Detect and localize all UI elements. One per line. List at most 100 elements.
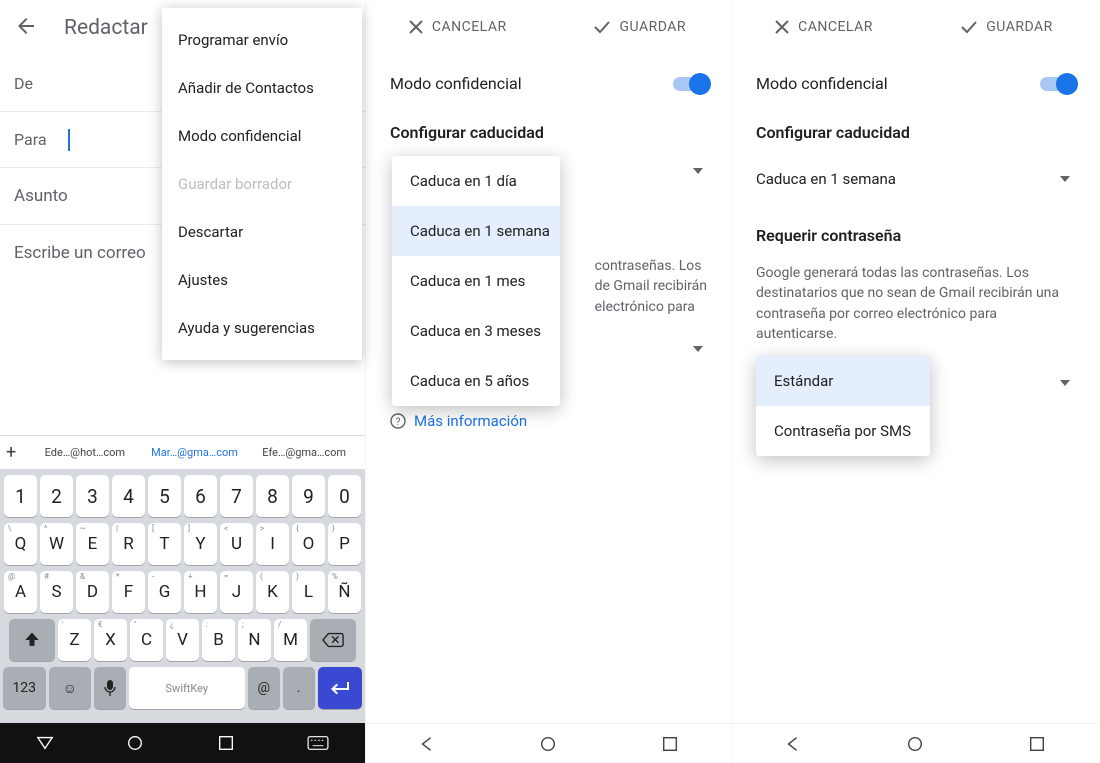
nav-recents-icon[interactable] xyxy=(217,734,235,752)
key-y[interactable]: ]Y xyxy=(184,523,217,565)
suggestion-1[interactable]: Ede…@hot…com xyxy=(30,446,140,459)
password-option-sms[interactable]: Contraseña por SMS xyxy=(756,406,930,456)
nav-bar xyxy=(366,723,731,763)
expiry-select[interactable]: Caduca en 1 semana xyxy=(732,156,1098,202)
text-cursor xyxy=(68,129,70,151)
key-u[interactable]: <U xyxy=(220,523,253,565)
key-6[interactable]: 6 xyxy=(184,475,217,517)
nav-home-icon[interactable] xyxy=(539,735,557,753)
expiry-option-1day[interactable]: Caduca en 1 día xyxy=(392,156,560,206)
key-l[interactable]: )L xyxy=(292,571,325,613)
more-info-link[interactable]: ? Más información xyxy=(366,406,731,436)
close-icon xyxy=(408,19,424,35)
key-n[interactable]: ;N xyxy=(238,619,271,661)
nav-home-icon[interactable] xyxy=(906,735,924,753)
key-0[interactable]: 0 xyxy=(328,475,361,517)
key-3[interactable]: 3 xyxy=(76,475,109,517)
key-z[interactable]: 'Z xyxy=(58,619,91,661)
key-x[interactable]: €X xyxy=(94,619,127,661)
save-button[interactable]: GUARDAR xyxy=(549,0,732,54)
expiry-option-5years[interactable]: Caduca en 5 años xyxy=(392,356,560,406)
emoji-key[interactable]: ☺ xyxy=(49,667,92,709)
chevron-down-icon xyxy=(693,346,703,352)
cancel-button[interactable]: CANCELAR xyxy=(732,0,915,54)
save-button[interactable]: GUARDAR xyxy=(915,0,1098,54)
expiry-option-1week[interactable]: Caduca en 1 semana xyxy=(392,206,560,256)
menu-add-contacts[interactable]: Añadir de Contactos xyxy=(162,64,362,112)
suggestion-3[interactable]: Efe…@gma…com xyxy=(249,446,359,459)
key-4[interactable]: 4 xyxy=(112,475,145,517)
backspace-key[interactable] xyxy=(310,619,356,661)
confidential-mode-label: Modo confidencial xyxy=(756,74,888,93)
key-7[interactable]: 7 xyxy=(220,475,253,517)
key-w[interactable]: ^W xyxy=(40,523,73,565)
key-5[interactable]: 5 xyxy=(148,475,181,517)
key-ñ[interactable]: %Ñ xyxy=(328,571,361,613)
key-2[interactable]: 2 xyxy=(40,475,73,517)
nav-back-icon[interactable] xyxy=(36,734,54,752)
key-8[interactable]: 8 xyxy=(256,475,289,517)
menu-confidential-mode[interactable]: Modo confidencial xyxy=(162,112,362,160)
nav-back-icon[interactable] xyxy=(418,735,436,753)
key-s[interactable]: #S xyxy=(40,571,73,613)
key-1[interactable]: 1 xyxy=(4,475,37,517)
nav-home-icon[interactable] xyxy=(126,734,144,752)
password-title: Requerir contraseña xyxy=(732,202,1098,259)
enter-key[interactable] xyxy=(318,667,362,709)
key-q[interactable]: \Q xyxy=(4,523,37,565)
key-b[interactable]: :B xyxy=(202,619,235,661)
expiry-option-3months[interactable]: Caduca en 3 meses xyxy=(392,306,560,356)
password-dropdown: Estándar Contraseña por SMS xyxy=(756,356,930,456)
key-i[interactable]: >I xyxy=(256,523,289,565)
key-f[interactable]: *F xyxy=(112,571,145,613)
menu-settings[interactable]: Ajustes xyxy=(162,256,362,304)
nav-recents-icon[interactable] xyxy=(1028,735,1046,753)
numeric-key[interactable]: 123 xyxy=(3,667,46,709)
close-icon xyxy=(774,19,790,35)
nav-bar xyxy=(0,723,365,763)
menu-help[interactable]: Ayuda y sugerencias xyxy=(162,304,362,352)
add-icon[interactable]: + xyxy=(6,442,30,463)
key-9[interactable]: 9 xyxy=(292,475,325,517)
confidential-toggle[interactable] xyxy=(673,77,707,91)
mic-key[interactable] xyxy=(94,667,126,709)
nav-back-icon[interactable] xyxy=(784,735,802,753)
nav-recents-icon[interactable] xyxy=(661,735,679,753)
key-o[interactable]: {O xyxy=(292,523,325,565)
key-e[interactable]: ~E xyxy=(76,523,109,565)
period-key[interactable]: . xyxy=(283,667,315,709)
key-d[interactable]: &D xyxy=(76,571,109,613)
expiry-option-1month[interactable]: Caduca en 1 mes xyxy=(392,256,560,306)
help-icon: ? xyxy=(390,413,406,429)
back-icon[interactable] xyxy=(14,14,42,42)
key-r[interactable]: |R xyxy=(112,523,145,565)
key-m[interactable]: /M xyxy=(274,619,307,661)
suggestion-2[interactable]: Mar…@gma…com xyxy=(140,446,250,459)
key-g[interactable]: -G xyxy=(148,571,181,613)
menu-schedule-send[interactable]: Programar envío xyxy=(162,16,362,64)
password-option-standard[interactable]: Estándar xyxy=(756,356,930,406)
space-key[interactable]: SwiftKey xyxy=(129,667,245,709)
key-p[interactable]: }P xyxy=(328,523,361,565)
expiry-title: Configurar caducidad xyxy=(732,113,1098,156)
keyboard: 1234567890 \Q^W~E|R[T]Y<U>I{O}P @A#S&D*F… xyxy=(0,469,365,723)
key-v[interactable]: ¿V xyxy=(166,619,199,661)
at-key[interactable]: @ xyxy=(248,667,280,709)
key-c[interactable]: "C xyxy=(130,619,163,661)
shift-key[interactable] xyxy=(9,619,55,661)
desc-line-3: electrónico para xyxy=(595,297,707,317)
expiry-value: Caduca en 1 semana xyxy=(756,170,896,188)
key-h[interactable]: +H xyxy=(184,571,217,613)
key-a[interactable]: @A xyxy=(4,571,37,613)
cancel-button[interactable]: CANCELAR xyxy=(366,0,549,54)
menu-discard[interactable]: Descartar xyxy=(162,208,362,256)
overflow-menu: Programar envío Añadir de Contactos Modo… xyxy=(162,8,362,360)
key-j[interactable]: =J xyxy=(220,571,253,613)
key-t[interactable]: [T xyxy=(148,523,181,565)
chevron-down-icon xyxy=(693,168,703,174)
compose-title: Redactar xyxy=(64,16,148,40)
expiry-dropdown: Caduca en 1 día Caduca en 1 semana Caduc… xyxy=(392,156,560,406)
nav-keyboard-icon[interactable] xyxy=(307,734,329,752)
confidential-toggle[interactable] xyxy=(1040,77,1074,91)
key-k[interactable]: (K xyxy=(256,571,289,613)
